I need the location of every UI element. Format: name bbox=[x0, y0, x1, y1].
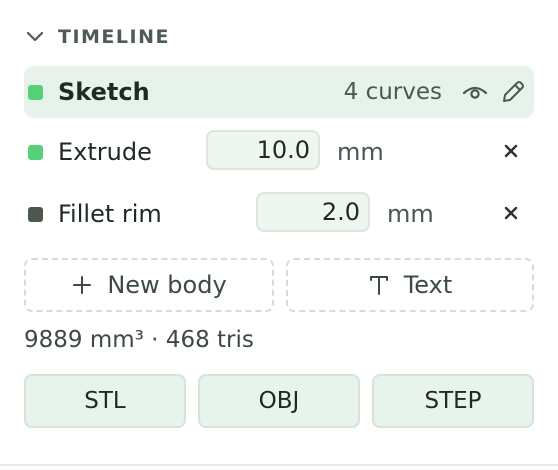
item-name: Sketch bbox=[58, 78, 150, 106]
timeline-panel: TIMELINE Sketch 4 curves Extrude mm bbox=[0, 0, 558, 470]
close-icon[interactable] bbox=[502, 204, 520, 222]
export-obj-button[interactable]: OBJ bbox=[198, 374, 360, 428]
timeline-item-sketch[interactable]: Sketch 4 curves bbox=[24, 66, 534, 118]
timeline-item-extrude[interactable]: Extrude mm bbox=[24, 126, 534, 178]
item-name: Extrude bbox=[58, 138, 152, 166]
text-label: Text bbox=[403, 271, 453, 299]
plus-icon bbox=[71, 274, 93, 296]
fillet-radius-input[interactable] bbox=[256, 192, 370, 232]
curve-count: 4 curves bbox=[343, 79, 442, 105]
status-dot bbox=[28, 144, 43, 160]
timeline-header: TIMELINE bbox=[24, 22, 170, 52]
new-body-label: New body bbox=[107, 271, 227, 299]
text-icon bbox=[368, 274, 390, 296]
chevron-down-icon[interactable] bbox=[24, 26, 46, 48]
timeline-item-fillet-rim[interactable]: Fillet rim mm bbox=[24, 188, 534, 240]
close-icon[interactable] bbox=[502, 142, 520, 160]
extrude-distance-input[interactable] bbox=[206, 130, 320, 170]
pencil-icon[interactable] bbox=[500, 79, 526, 105]
export-step-button[interactable]: STEP bbox=[372, 374, 534, 428]
unit-label: mm bbox=[337, 138, 384, 166]
export-stl-button[interactable]: STL bbox=[24, 374, 186, 428]
eye-icon[interactable] bbox=[462, 80, 488, 104]
timeline-title: TIMELINE bbox=[58, 26, 170, 48]
item-name: Fillet rim bbox=[58, 200, 162, 228]
status-dot bbox=[28, 84, 43, 100]
divider bbox=[0, 464, 558, 466]
add-text-button[interactable]: Text bbox=[286, 258, 534, 312]
mesh-stats: 9889 mm³ · 468 tris bbox=[24, 327, 254, 353]
status-dot bbox=[28, 206, 43, 222]
new-body-button[interactable]: New body bbox=[24, 258, 274, 312]
unit-label: mm bbox=[387, 200, 434, 228]
